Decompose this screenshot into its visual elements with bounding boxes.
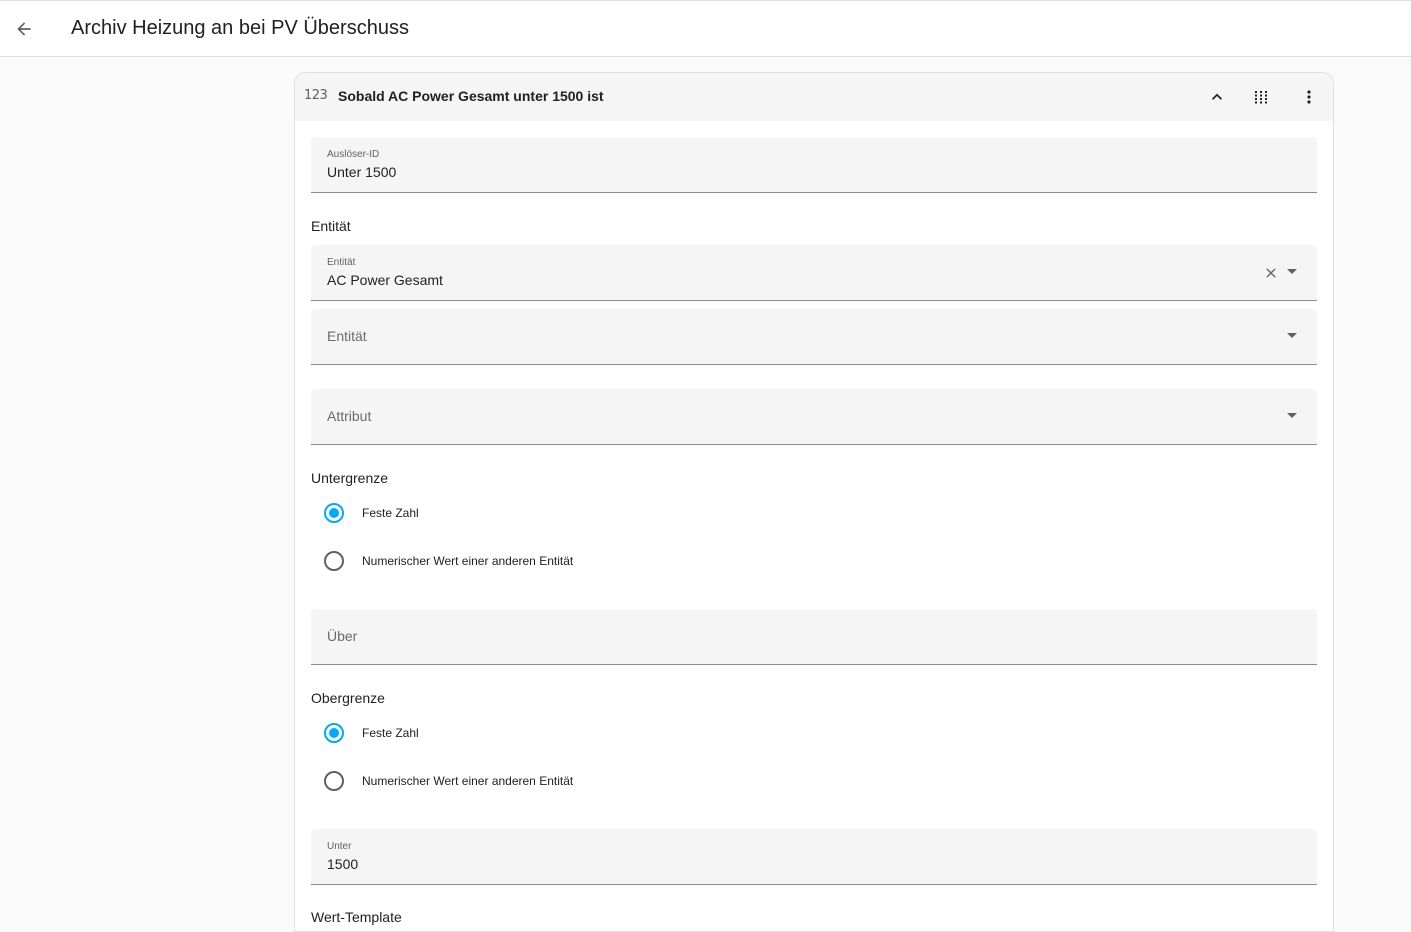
drag-handle-button[interactable] [1245, 81, 1277, 113]
more-options-button[interactable] [1293, 81, 1325, 113]
more-vertical-icon [1307, 90, 1311, 104]
trigger-id-label: Auslöser-ID [327, 149, 380, 160]
above-field[interactable]: Über [311, 609, 1317, 665]
trigger-card-header[interactable]: 123 Sobald AC Power Gesamt unter 1500 is… [295, 73, 1333, 121]
chevron-down-icon[interactable] [1287, 413, 1297, 418]
below-field[interactable]: Unter 1500 [311, 829, 1317, 885]
above-placeholder: Über [327, 628, 358, 644]
close-icon[interactable] [1263, 265, 1279, 281]
upper-limit-entity-radio[interactable]: Numerischer Wert einer anderen Entität [324, 769, 573, 793]
radio-label: Feste Zahl [362, 506, 419, 520]
trigger-title: Sobald AC Power Gesamt unter 1500 ist [338, 88, 604, 104]
top-app-bar: Archiv Heizung an bei PV Überschuss [0, 0, 1411, 57]
entity-section-label: Entität [311, 218, 351, 234]
attribute-select[interactable]: Attribut [311, 389, 1317, 445]
attribute-placeholder: Attribut [327, 408, 372, 424]
entity-2-placeholder: Entität [327, 328, 367, 344]
entity-select-2[interactable]: Entität [311, 309, 1317, 365]
chevron-down-icon[interactable] [1287, 333, 1297, 338]
upper-limit-label: Obergrenze [311, 690, 385, 706]
trigger-card: 123 Sobald AC Power Gesamt unter 1500 is… [294, 72, 1334, 932]
radio-label: Feste Zahl [362, 726, 419, 740]
below-value: 1500 [327, 856, 359, 872]
below-label: Unter [327, 841, 352, 852]
entity-1-label: Entität [327, 257, 356, 268]
chevron-up-icon [1212, 93, 1222, 100]
arrow-left-icon [17, 22, 31, 36]
numeric-icon: 123 [304, 88, 328, 103]
trigger-id-value: Unter 1500 [327, 164, 397, 180]
radio-label: Numerischer Wert einer anderen Entität [362, 774, 574, 788]
entity-1-value: AC Power Gesamt [327, 272, 443, 288]
trigger-id-field[interactable]: Auslöser-ID Unter 1500 [311, 137, 1317, 193]
value-template-label: Wert-Template [311, 909, 402, 925]
back-button[interactable] [4, 9, 44, 49]
upper-limit-fixed-radio[interactable]: Feste Zahl [324, 721, 419, 745]
page-title: Archiv Heizung an bei PV Überschuss [71, 17, 409, 39]
lower-limit-label: Untergrenze [311, 470, 389, 486]
drag-handle-icon [1255, 91, 1267, 104]
radio-button[interactable] [324, 771, 344, 791]
radio-button[interactable] [324, 551, 344, 571]
lower-limit-fixed-radio[interactable]: Feste Zahl [324, 501, 419, 525]
radio-button-checked[interactable] [324, 503, 344, 523]
radio-button-checked[interactable] [324, 723, 344, 743]
lower-limit-entity-radio[interactable]: Numerischer Wert einer anderen Entität [324, 549, 573, 573]
collapse-button[interactable] [1201, 81, 1233, 113]
chevron-down-icon[interactable] [1287, 269, 1297, 274]
radio-label: Numerischer Wert einer anderen Entität [362, 554, 574, 568]
entity-select-1[interactable]: Entität AC Power Gesamt [311, 245, 1317, 301]
